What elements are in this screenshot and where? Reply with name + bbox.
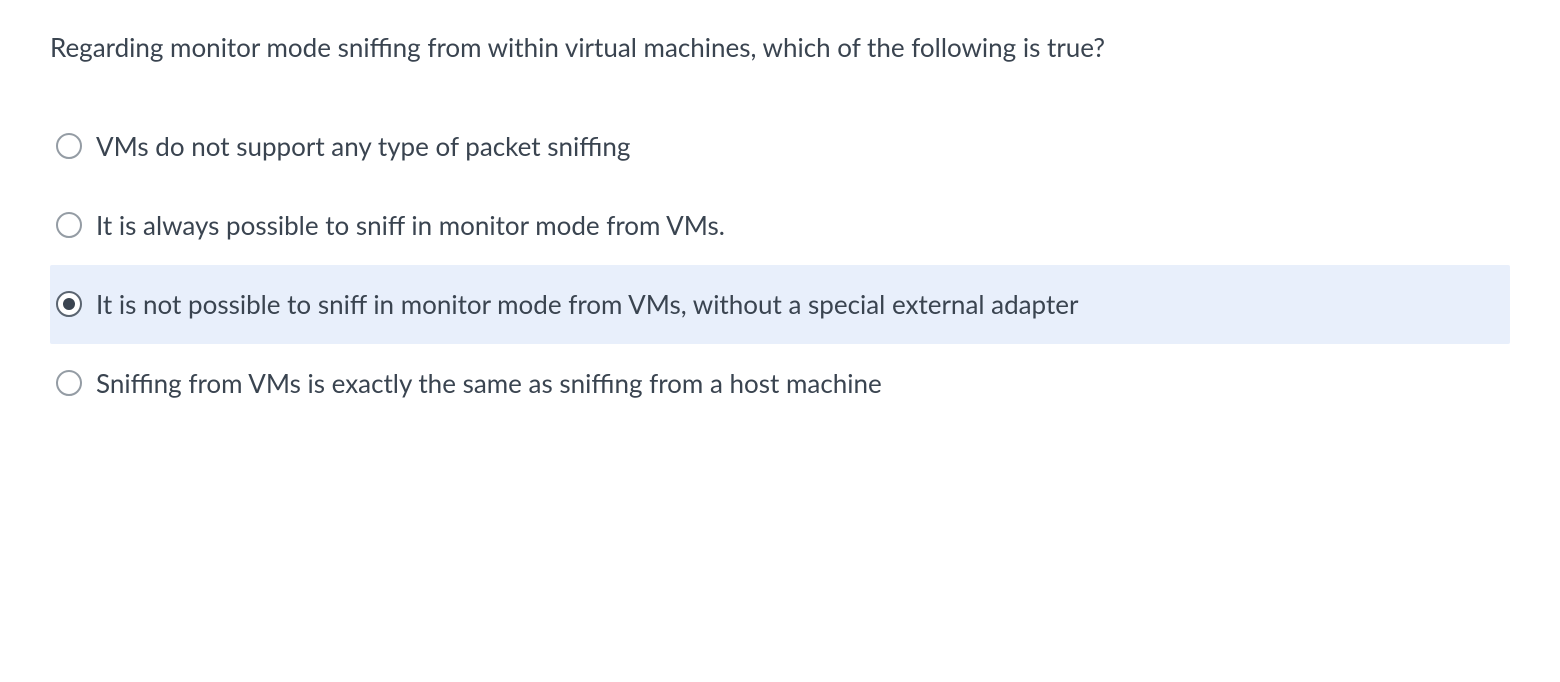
radio-icon — [56, 212, 82, 238]
option-3[interactable]: Sniffing from VMs is exactly the same as… — [50, 344, 1510, 423]
radio-icon — [56, 291, 82, 317]
option-0[interactable]: VMs do not support any type of packet sn… — [50, 107, 1510, 186]
option-label: It is not possible to sniff in monitor m… — [96, 287, 1498, 322]
option-label: VMs do not support any type of packet sn… — [96, 129, 1498, 164]
option-label: It is always possible to sniff in monito… — [96, 208, 1498, 243]
options-group: VMs do not support any type of packet sn… — [50, 107, 1510, 423]
question-text: Regarding monitor mode sniffing from wit… — [50, 30, 1510, 65]
radio-icon — [56, 370, 82, 396]
radio-icon — [56, 133, 82, 159]
option-label: Sniffing from VMs is exactly the same as… — [96, 366, 1498, 401]
option-1[interactable]: It is always possible to sniff in monito… — [50, 186, 1510, 265]
option-2[interactable]: It is not possible to sniff in monitor m… — [50, 265, 1510, 344]
